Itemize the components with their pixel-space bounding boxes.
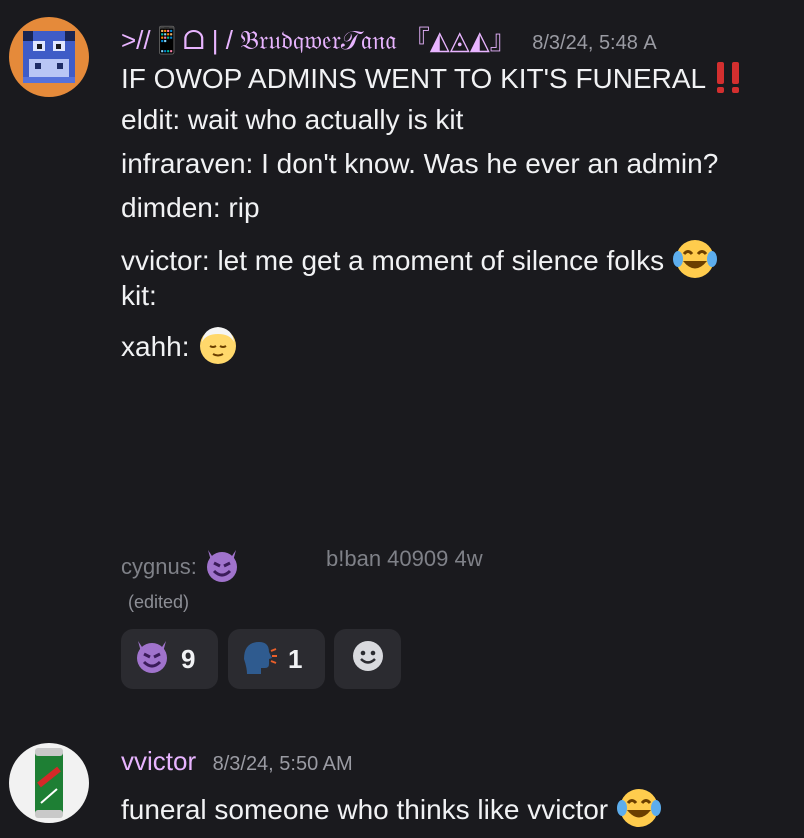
message-line: funeral someone who thinks like vvictor (121, 785, 662, 838)
edited-label: (edited) (128, 592, 190, 612)
tears-of-joy-icon (616, 785, 662, 838)
double-exclamation-icon (713, 60, 745, 101)
tears-of-joy-icon (672, 236, 718, 289)
pixel-cow-avatar-icon (9, 17, 89, 97)
message-text: vvictor: let me get a moment of silence … (121, 244, 665, 276)
speaking-head-icon (240, 637, 278, 682)
message-line: infraraven: I don't know. Was he ever an… (121, 148, 719, 179)
reaction-smiling-imp[interactable]: 9 (121, 629, 218, 689)
reaction-count: 9 (181, 643, 196, 674)
message-line: IF OWOP ADMINS WENT TO KIT'S FUNERAL (121, 60, 745, 101)
username[interactable]: >//📱ᗝ | / 𝔅𝔯𝔲𝔡𝔮𝔴𝔢𝔯𝒯𝔞𝔫𝔞 『◭◬◭』 (121, 25, 516, 55)
message-line: kit: (121, 280, 157, 311)
embedded-text: cygnus: (121, 553, 197, 579)
message-line: eldit: wait who actually is kit (121, 104, 464, 135)
timestamp[interactable]: 8/3/24, 5:48 A (532, 32, 657, 54)
user-avatar[interactable] (9, 743, 89, 823)
add-reaction-button[interactable] (334, 629, 401, 689)
message-text: xahh: (121, 330, 190, 362)
timestamp[interactable]: 8/3/24, 5:50 AM (213, 753, 353, 775)
author-line: >//📱ᗝ | / 𝔅𝔯𝔲𝔡𝔮𝔴𝔢𝔯𝒯𝔞𝔫𝔞 『◭◬◭』 8/3/24, 5:4… (121, 20, 657, 57)
message-text: IF OWOP ADMINS WENT TO KIT'S FUNERAL (121, 62, 706, 94)
reaction-speaking-head[interactable]: 1 (228, 629, 325, 689)
user-avatar[interactable] (9, 17, 89, 97)
add-reaction-icon (351, 639, 385, 680)
smiling-imp-icon (203, 546, 241, 590)
old-man-face-icon (197, 324, 239, 373)
reaction-count: 1 (288, 643, 303, 674)
message-line: xahh: (121, 324, 239, 373)
message-line: vvictor: let me get a moment of silence … (121, 236, 718, 289)
message-line: dimden: rip (121, 192, 260, 223)
username[interactable]: vvictor (121, 746, 196, 776)
mountain-dew-can-avatar-icon (9, 743, 89, 823)
smiling-imp-icon (133, 637, 171, 682)
embedded-line-right: b!ban 40909 4w (326, 546, 483, 571)
author-line: vvictor 8/3/24, 5:50 AM (121, 746, 353, 777)
embedded-line-left: cygnus: (121, 546, 241, 590)
message-text: funeral someone who thinks like vvictor (121, 793, 609, 825)
